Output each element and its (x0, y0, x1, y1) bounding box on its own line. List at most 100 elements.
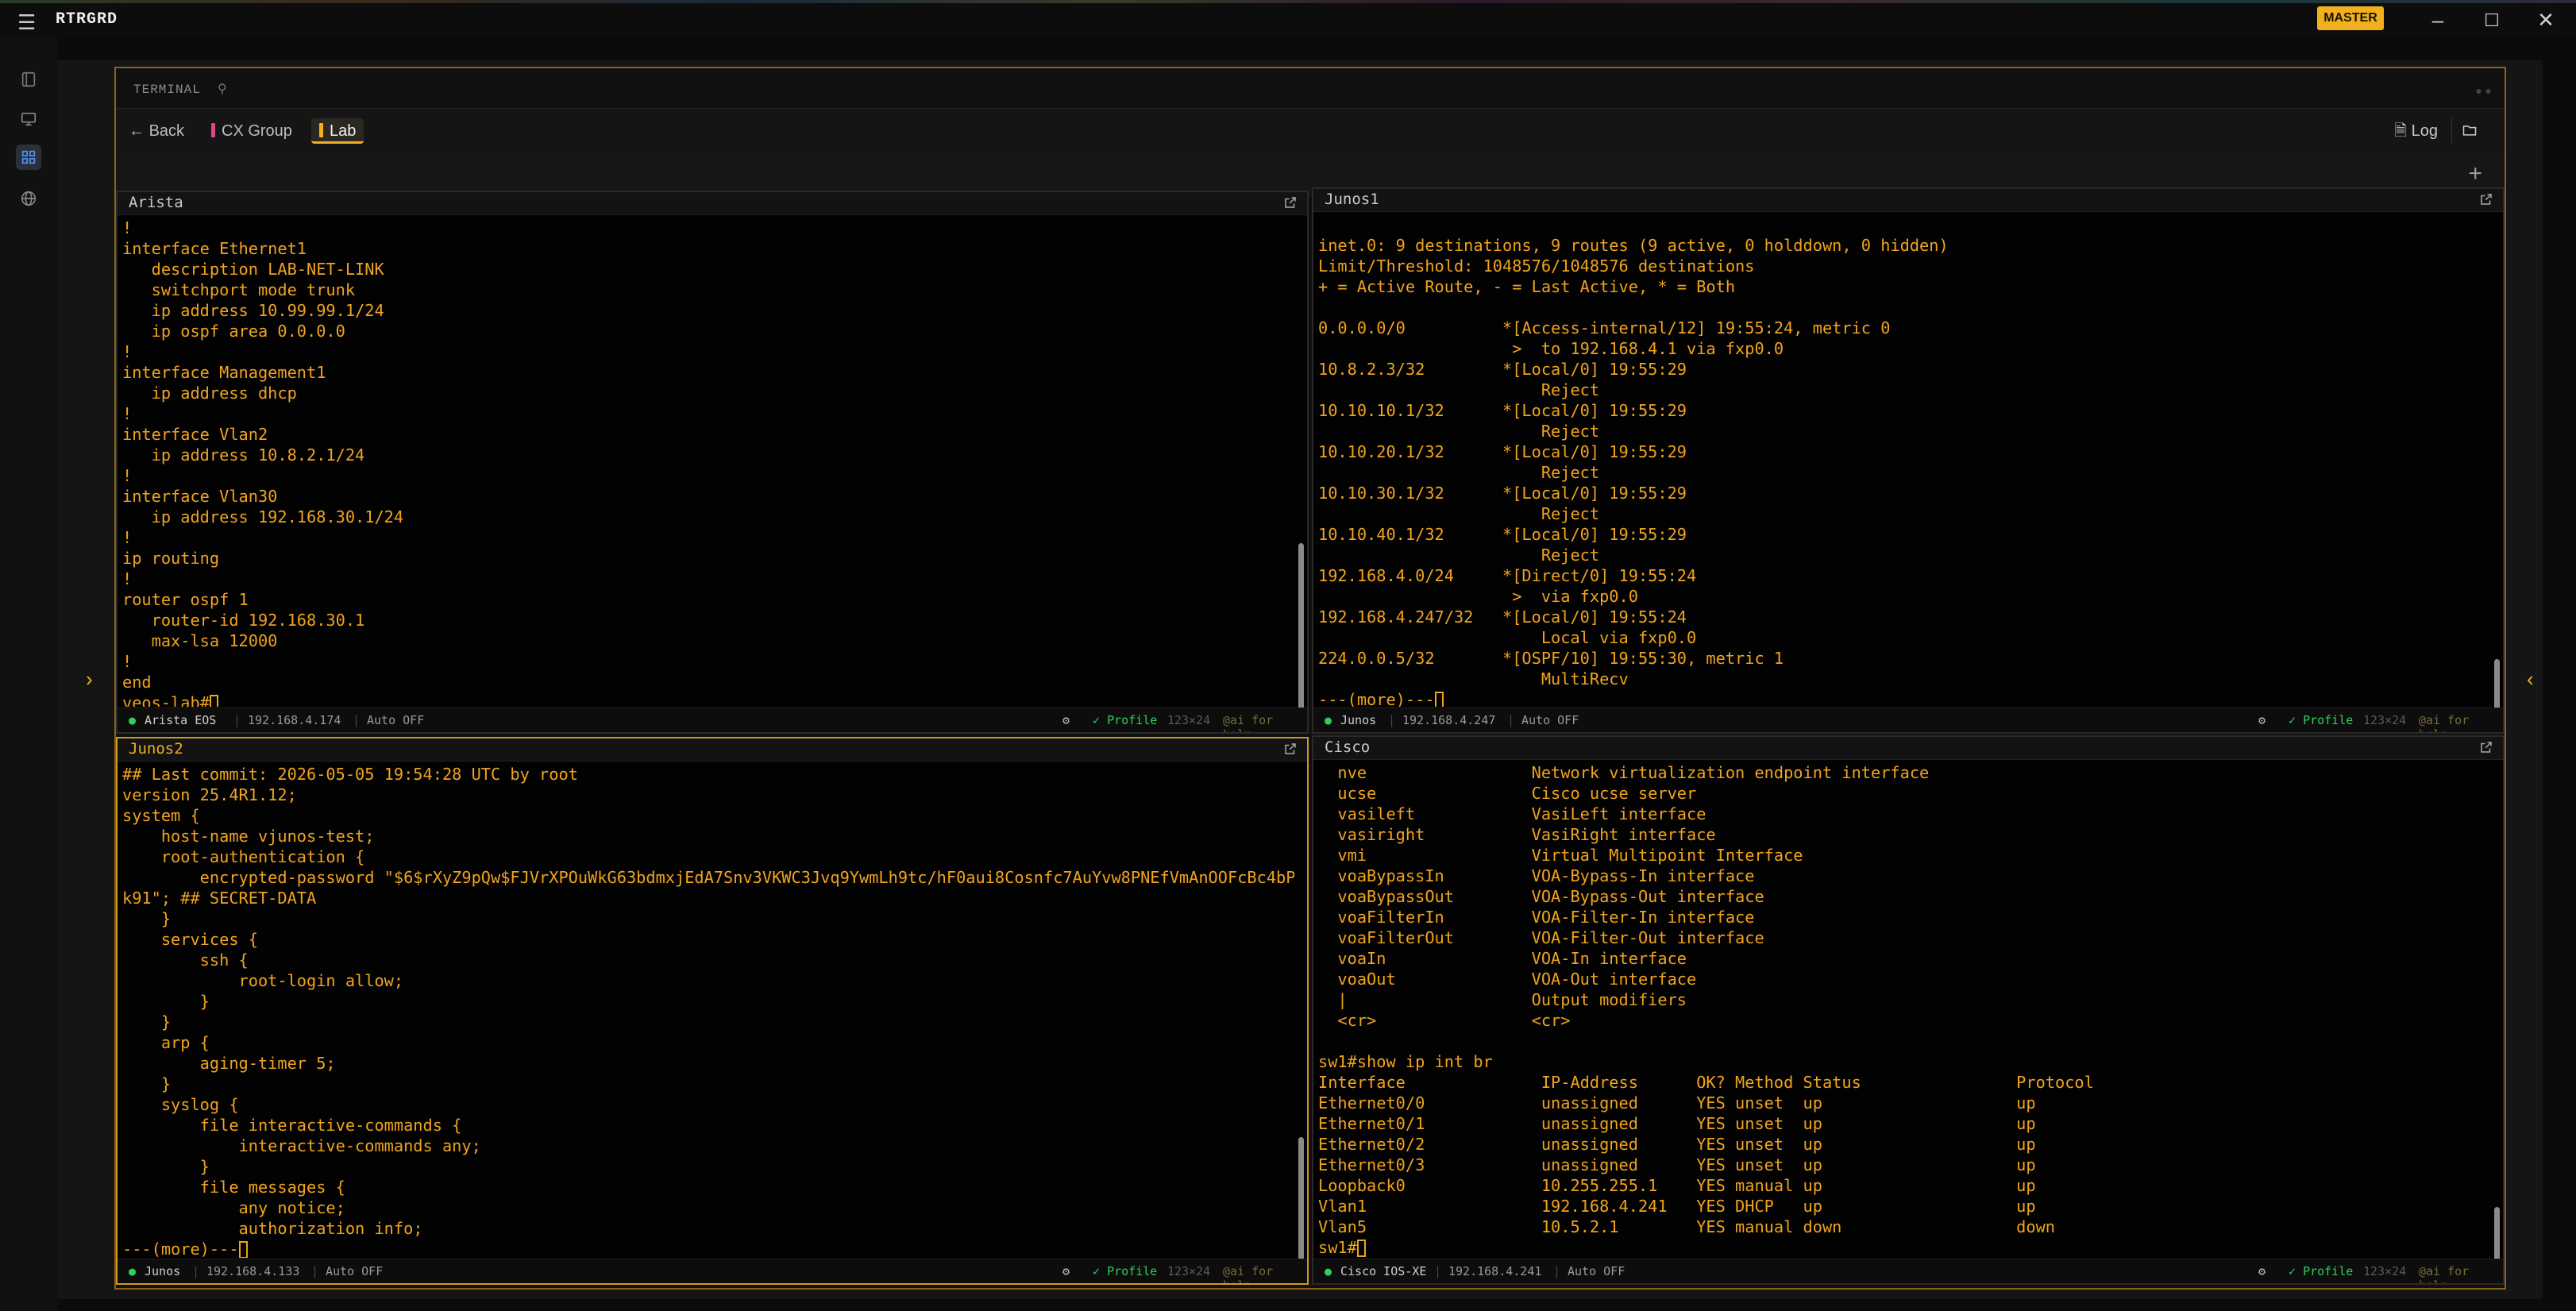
globe-icon[interactable] (16, 186, 41, 211)
profile-button[interactable]: ✓ Profile (2289, 1264, 2353, 1278)
popout-icon[interactable] (2479, 192, 2493, 206)
settings-gear-icon[interactable]: ⚙ (1062, 1264, 1070, 1278)
scrollbar[interactable] (2494, 214, 2501, 723)
log-button[interactable]: 🗎 Log (2394, 118, 2438, 144)
terminal-line: switchport mode trunk (122, 280, 356, 299)
scrollbar[interactable] (1298, 764, 1305, 1272)
terminal-line: arp { (122, 1033, 210, 1052)
terminal-output[interactable]: nve Network virtualization endpoint inte… (1315, 759, 2490, 1258)
terminal-line: aging-timer 5; (122, 1054, 336, 1073)
settings-gear-icon[interactable]: ⚙ (2258, 713, 2266, 727)
profile-button[interactable]: ✓ Profile (2289, 713, 2353, 727)
terminal-line: vasileft VasiLeft interface (1318, 804, 1706, 823)
maximize-icon[interactable]: ☐ (2476, 10, 2508, 31)
auto-toggle[interactable]: Auto OFF (367, 713, 424, 727)
popout-icon[interactable] (2479, 740, 2493, 754)
terminal-output[interactable]: ## Last commit: 2026-05-05 19:54:28 UTC … (119, 761, 1294, 1258)
arrow-left-icon: ← (129, 122, 145, 140)
terminal-line: ---(more)--- (122, 1240, 239, 1258)
terminal-line: services { (122, 930, 258, 949)
terminal-line: any notice; (122, 1198, 345, 1217)
terminal-size: 123×24 (1167, 1264, 1211, 1278)
auto-toggle[interactable]: Auto OFF (326, 1264, 383, 1278)
terminal-line: Interface IP-Address OK? Method Status P… (1318, 1073, 2094, 1092)
add-pane-plus-icon[interactable]: + (2468, 160, 2482, 187)
profile-button[interactable]: ✓ Profile (1093, 713, 1157, 727)
terminal-line: } (122, 909, 172, 928)
terminal-line: MultiRecv (1318, 669, 1629, 688)
terminal-line: interface Management1 (122, 363, 326, 382)
panel-icon[interactable] (16, 67, 41, 92)
terminal-line: root-login allow; (122, 971, 404, 990)
group-color-marker (211, 123, 215, 137)
terminal-line: Vlan1 192.168.4.241 YES DHCP up up (1318, 1197, 2036, 1216)
hamburger-menu-icon[interactable]: ☰ (17, 10, 36, 35)
popout-icon[interactable] (1283, 195, 1298, 210)
terminal-line: vmi Virtual Multipoint Interface (1318, 846, 1803, 865)
settings-gear-icon[interactable]: ⚙ (2258, 1264, 2266, 1278)
scrollbar[interactable] (1298, 218, 1305, 726)
terminal-line: ip address 10.99.99.1/24 (122, 301, 384, 320)
terminal-cursor (238, 1241, 248, 1258)
settings-gear-icon[interactable]: ⚙ (1062, 713, 1070, 727)
terminal-line: Loopback0 10.255.255.1 YES manual up up (1318, 1176, 2036, 1195)
terminal-output[interactable]: ! interface Ethernet1 description LAB-NE… (119, 214, 1294, 707)
close-icon[interactable]: ✕ (2530, 8, 2562, 33)
window-dots-icon[interactable]: ● ● (2475, 84, 2492, 97)
terminal-output[interactable]: inet.0: 9 destinations, 9 routes (9 acti… (1315, 211, 2490, 707)
terminal-line: + = Active Route, - = Last Active, * = B… (1318, 277, 1736, 296)
divider: | (192, 1264, 200, 1278)
ai-help-hint: @ai for help (1223, 713, 1274, 732)
terminal-line: 192.168.4.247/32 *[Local/0] 19:55:24 (1318, 607, 1687, 627)
popout-icon[interactable] (1283, 742, 1298, 756)
terminal-line: } (122, 1074, 172, 1093)
terminal-line: 224.0.0.5/32 *[OSPF/10] 19:55:30, metric… (1318, 649, 1784, 668)
terminal-line: Reject (1318, 422, 1600, 441)
expand-left-chevron-icon[interactable]: › (86, 667, 93, 692)
terminal-line: ip address 10.8.2.1/24 (122, 445, 365, 465)
terminal-cursor (209, 695, 218, 707)
terminal-line: Ethernet0/0 unassigned YES unset up up (1318, 1093, 2036, 1112)
terminal-line: <cr> <cr> (1318, 1011, 1571, 1030)
scrollbar[interactable] (2494, 762, 2501, 1271)
terminal-line: ---(more)--- (1318, 690, 1435, 707)
back-button[interactable]: ← Back (121, 118, 192, 144)
terminal-line: authorization info; (122, 1219, 423, 1238)
terminal-line: root-authentication { (122, 847, 365, 866)
grid-icon[interactable] (16, 145, 41, 170)
terminal-line: veos-lab# (122, 693, 210, 707)
pane-arista[interactable]: Arista ! interface Ethernet1 description… (116, 191, 1309, 734)
terminal-size: 123×24 (2363, 713, 2407, 727)
master-badge[interactable]: MASTER (2317, 6, 2384, 30)
pane-cisco[interactable]: Cisco nve Network virtualization endpoin… (1312, 735, 2505, 1285)
folder-icon[interactable] (2451, 118, 2487, 144)
auto-toggle[interactable]: Auto OFF (1568, 1264, 1625, 1278)
divider: | (1507, 713, 1515, 727)
os-label: Arista EOS (145, 713, 217, 727)
tab-lab[interactable]: Lab (311, 118, 364, 144)
terminal-cursor (1356, 1240, 1366, 1257)
terminal-line: ip address 192.168.30.1/24 (122, 507, 404, 526)
terminal-line: 10.8.2.3/32 *[Local/0] 19:55:29 (1318, 360, 1687, 379)
os-label: Cisco IOS-XE (1340, 1264, 1427, 1278)
terminal-line: host-name vjunos-test; (122, 827, 375, 846)
expand-right-chevron-icon[interactable]: ‹ (2527, 667, 2534, 692)
minimize-icon[interactable]: – (2422, 8, 2454, 33)
auto-toggle[interactable]: Auto OFF (1521, 713, 1579, 727)
terminal-line: voaBypassIn VOA-Bypass-In interface (1318, 866, 1755, 885)
left-sidebar (0, 37, 57, 1311)
status-dot-icon: ● (1325, 1264, 1332, 1278)
terminal-line: voaBypassOut VOA-Bypass-Out interface (1318, 887, 1764, 906)
status-dot-icon: ● (129, 713, 137, 727)
terminal-line: end (122, 673, 152, 692)
search-icon[interactable]: ⚲ (218, 83, 228, 97)
divider: | (1388, 713, 1396, 727)
pane-junos2[interactable]: Junos2 ## Last commit: 2026-05-05 19:54:… (116, 737, 1309, 1285)
monitor-icon[interactable] (16, 106, 41, 132)
profile-button[interactable]: ✓ Profile (1093, 1264, 1157, 1278)
status-dot-icon: ● (129, 1264, 137, 1278)
tab-cx-group[interactable]: CX Group (203, 118, 300, 144)
terminal-line: router ospf 1 (122, 590, 249, 609)
pane-junos1[interactable]: Junos1 inet.0: 9 destinations, 9 routes … (1312, 187, 2505, 734)
terminal-line: voaFilterOut VOA-Filter-Out interface (1318, 928, 1764, 947)
